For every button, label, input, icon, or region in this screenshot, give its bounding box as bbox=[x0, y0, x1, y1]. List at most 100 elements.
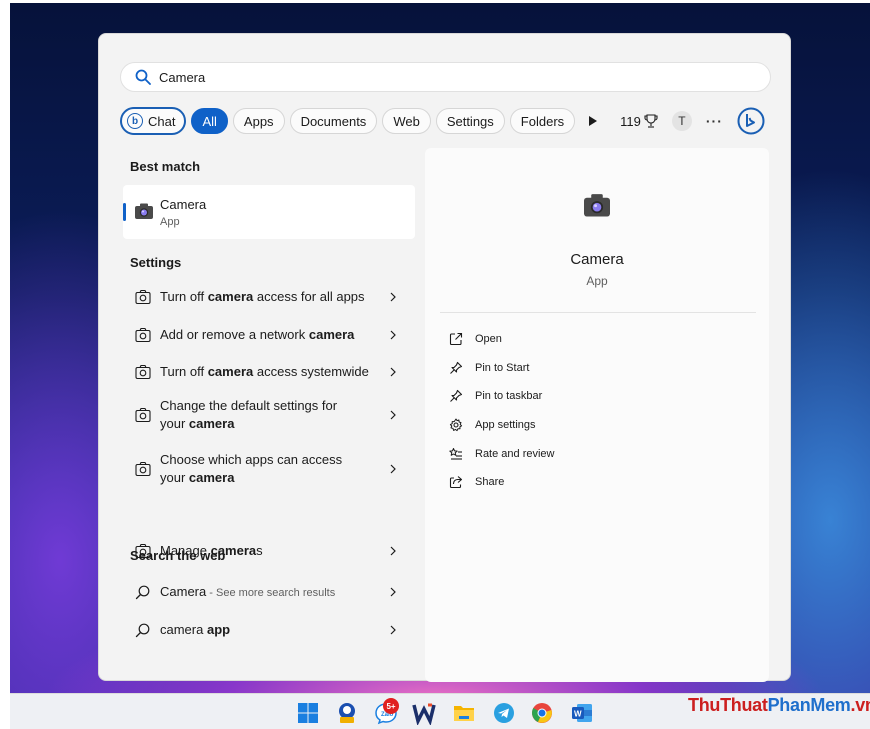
search-icon bbox=[135, 585, 150, 600]
settings-result-label: Change the default settings for your came… bbox=[160, 398, 338, 431]
camera-outline-icon bbox=[135, 289, 151, 305]
chevron-right-icon bbox=[390, 546, 396, 556]
filter-settings[interactable]: Settings bbox=[435, 108, 505, 134]
watermark-logo: ThuThuatPhanMem.vn bbox=[688, 695, 870, 715]
bing-chat-icon: b bbox=[127, 113, 143, 129]
settings-result-item[interactable]: Turn off camera access systemwide bbox=[123, 359, 415, 385]
action-share[interactable]: Share bbox=[449, 474, 504, 490]
best-match-heading: Best match bbox=[130, 159, 201, 174]
search-icon bbox=[135, 623, 150, 638]
search-box[interactable] bbox=[120, 62, 771, 92]
web-result-label: Camera - See more search results bbox=[160, 584, 336, 599]
camera-outline-icon bbox=[135, 407, 151, 423]
action-open-label: Open bbox=[475, 333, 502, 345]
filter-apps[interactable]: Apps bbox=[232, 108, 285, 134]
settings-result-item[interactable]: Turn off camera access for all apps bbox=[123, 284, 415, 310]
word-w-icon[interactable] bbox=[412, 701, 436, 725]
preview-pane: Camera App Open Pin to Start Pin to task… bbox=[425, 148, 769, 682]
camera-app-icon bbox=[584, 194, 610, 217]
preview-app-name: Camera bbox=[570, 251, 624, 268]
pin-icon bbox=[450, 361, 463, 374]
preview-divider bbox=[440, 312, 756, 313]
chevron-right-icon bbox=[390, 410, 396, 420]
settings-result-label: Turn off camera access systemwide bbox=[160, 364, 369, 379]
rewards-points[interactable]: 119 bbox=[620, 114, 658, 129]
search-icon bbox=[135, 69, 151, 85]
open-external-icon bbox=[449, 332, 463, 346]
user-avatar[interactable]: T bbox=[671, 111, 692, 131]
filter-all-label: All bbox=[202, 113, 217, 129]
action-rate-and-review-label: Rate and review bbox=[475, 448, 555, 460]
play-more-filters-icon[interactable] bbox=[588, 115, 598, 127]
bing-icon[interactable] bbox=[737, 107, 765, 135]
action-open[interactable]: Open bbox=[449, 331, 502, 347]
search-input[interactable] bbox=[159, 67, 719, 87]
star-list-icon bbox=[449, 448, 462, 460]
settings-result-item[interactable]: Change the default settings for your came… bbox=[123, 394, 415, 436]
action-pin-to-start[interactable]: Pin to Start bbox=[449, 360, 529, 376]
filter-all[interactable]: All bbox=[191, 108, 228, 134]
notification-badge: 5+ bbox=[383, 698, 399, 714]
user-avatar-letter: T bbox=[678, 114, 686, 128]
chevron-right-icon bbox=[390, 464, 396, 474]
action-rate-and-review[interactable]: Rate and review bbox=[449, 446, 555, 462]
camera-outline-icon bbox=[135, 461, 151, 477]
gear-icon bbox=[449, 418, 463, 432]
screen-edge-left bbox=[0, 0, 10, 729]
filter-apps-label: Apps bbox=[243, 113, 274, 129]
action-pin-to-start-label: Pin to Start bbox=[475, 362, 530, 374]
filter-folders[interactable]: Folders bbox=[509, 108, 576, 134]
share-icon bbox=[449, 476, 463, 489]
settings-result-item[interactable]: Add or remove a network camera bbox=[123, 322, 415, 348]
rewards-points-value: 119 bbox=[620, 113, 641, 129]
preview-app-type: App bbox=[586, 274, 608, 288]
camera-outline-icon bbox=[135, 327, 151, 343]
web-result-label: camera app bbox=[160, 622, 231, 637]
settings-result-label: Turn off camera access for all apps bbox=[160, 289, 365, 304]
chevron-right-icon bbox=[390, 625, 396, 635]
search-web-heading: Search the web bbox=[130, 548, 226, 563]
svg-text:W: W bbox=[574, 710, 582, 719]
microsoft-word-icon[interactable]: W bbox=[570, 701, 594, 725]
best-match-name: Camera bbox=[160, 197, 207, 212]
chevron-right-icon bbox=[390, 367, 396, 377]
filter-documents[interactable]: Documents bbox=[289, 108, 378, 134]
settings-heading: Settings bbox=[130, 255, 182, 270]
search-app-icon[interactable] bbox=[336, 701, 360, 725]
best-match-type: App bbox=[160, 216, 180, 228]
chevron-right-icon bbox=[390, 587, 396, 597]
filter-web-label: Web bbox=[393, 113, 420, 129]
web-result-item[interactable]: camera app bbox=[123, 617, 415, 643]
screen-edge-top bbox=[0, 0, 870, 3]
action-share-label: Share bbox=[475, 476, 505, 488]
settings-result-label: Add or remove a network camera bbox=[160, 327, 355, 342]
filter-documents-label: Documents bbox=[300, 113, 367, 129]
chrome-icon[interactable] bbox=[530, 701, 554, 725]
settings-result-label: Choose which apps can access your camera bbox=[160, 452, 343, 485]
best-match-item[interactable]: Camera App bbox=[123, 185, 415, 239]
search-panel: b Chat All Apps Documents Web Settings F… bbox=[98, 33, 791, 682]
pin-icon bbox=[450, 389, 463, 402]
web-result-item[interactable]: Camera - See more search results bbox=[123, 579, 415, 605]
telegram-icon[interactable] bbox=[492, 701, 516, 725]
filter-chat[interactable]: b Chat bbox=[120, 107, 187, 135]
selection-indicator bbox=[123, 203, 126, 221]
action-app-settings-label: App settings bbox=[475, 419, 536, 431]
filter-settings-label: Settings bbox=[446, 113, 494, 129]
action-pin-to-taskbar[interactable]: Pin to taskbar bbox=[449, 388, 542, 404]
windows-start-icon[interactable] bbox=[296, 701, 320, 725]
file-explorer-icon[interactable] bbox=[452, 701, 476, 725]
action-app-settings[interactable]: App settings bbox=[449, 417, 536, 433]
filter-web[interactable]: Web bbox=[382, 108, 431, 134]
camera-outline-icon bbox=[135, 364, 151, 380]
settings-result-item[interactable]: Choose which apps can access your camera bbox=[123, 448, 415, 490]
chevron-right-icon bbox=[390, 292, 396, 302]
chevron-right-icon bbox=[390, 330, 396, 340]
filter-chat-label: Chat bbox=[148, 113, 176, 129]
trophy-icon bbox=[644, 114, 658, 128]
more-options-icon[interactable]: ··· bbox=[706, 113, 723, 129]
filter-bar: b Chat All Apps Documents Web Settings F… bbox=[120, 107, 771, 135]
action-pin-to-taskbar-label: Pin to taskbar bbox=[475, 390, 543, 402]
camera-app-icon bbox=[135, 203, 153, 219]
filter-folders-label: Folders bbox=[520, 113, 565, 129]
